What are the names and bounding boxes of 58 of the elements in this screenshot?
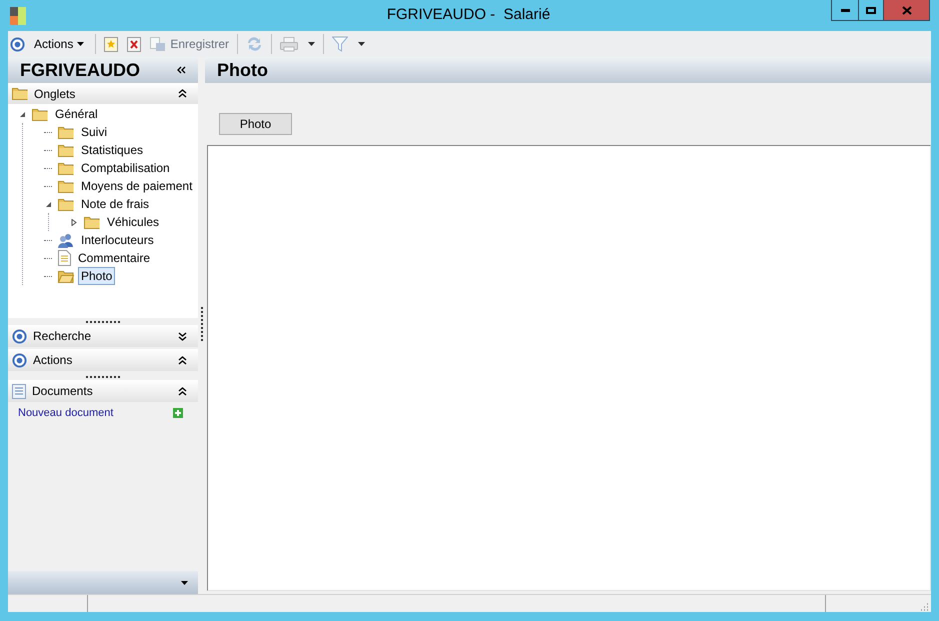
people-icon <box>58 232 74 248</box>
folder-icon <box>84 216 100 228</box>
section-header[interactable]: Actions <box>8 349 198 371</box>
close-button[interactable] <box>884 0 929 20</box>
resize-grip-icon[interactable] <box>919 602 929 612</box>
expand-toggle[interactable] <box>18 110 26 118</box>
folder-icon <box>58 198 74 210</box>
section-header[interactable]: Documents <box>8 380 198 402</box>
tree-item[interactable]: Interlocuteurs <box>78 231 157 249</box>
new-document-icon <box>104 36 118 52</box>
target-icon <box>12 328 27 344</box>
collapse-icon[interactable] <box>178 386 187 396</box>
caret-icon <box>77 42 84 46</box>
caret-icon <box>181 580 188 584</box>
tree-item[interactable]: Suivi <box>78 123 110 141</box>
expand-toggle[interactable] <box>44 200 52 208</box>
section-header[interactable]: Onglets <box>8 83 198 104</box>
caret-icon <box>358 42 366 46</box>
tree-item[interactable]: Véhicules <box>104 213 162 231</box>
collapse-icon[interactable] <box>178 356 187 364</box>
expand-toggle[interactable] <box>70 218 78 226</box>
tree-item[interactable]: Commentaire <box>75 249 154 267</box>
tree-item[interactable]: Note de frais <box>78 195 152 213</box>
tree-item[interactable]: Moyens de paiement <box>78 177 196 195</box>
folder-icon <box>32 108 48 120</box>
delete-document-icon <box>127 36 142 52</box>
filter-icon <box>332 36 348 52</box>
app-logo-icon <box>10 6 26 24</box>
tree-item[interactable]: Général <box>52 105 101 123</box>
folder-icon <box>12 87 28 100</box>
folder-icon <box>58 162 74 174</box>
sidebar-title: FGRIVEAUDO <box>20 58 140 82</box>
save-icon <box>150 36 166 52</box>
close-icon <box>902 6 912 14</box>
window-title: FGRIVEAUDO - Salarié <box>386 5 550 26</box>
collapse-icon[interactable] <box>178 89 187 98</box>
refresh-icon <box>246 36 264 52</box>
tree-item[interactable]: Statistiques <box>78 141 146 159</box>
folder-icon <box>58 144 74 156</box>
tree-item[interactable]: Comptabilisation <box>78 159 173 177</box>
folder-icon <box>58 180 74 192</box>
tree-item[interactable]: Photo <box>78 267 116 285</box>
actions-menu-button[interactable]: Actions <box>28 34 90 54</box>
expand-icon[interactable] <box>178 332 187 340</box>
section-header[interactable]: Recherche <box>8 325 198 347</box>
new-document-link[interactable]: Nouveau document <box>18 405 114 422</box>
caret-icon <box>308 42 316 46</box>
printer-icon <box>280 36 298 52</box>
open-folder-icon <box>58 270 74 282</box>
folder-icon <box>58 126 74 138</box>
add-icon[interactable] <box>173 408 183 418</box>
target-icon <box>10 36 25 52</box>
collapse-sidebar-button[interactable] <box>177 66 186 74</box>
photo-button[interactable]: Photo <box>219 113 292 135</box>
note-icon <box>58 250 71 266</box>
target-icon <box>12 352 27 368</box>
panel-title: Photo <box>217 58 268 82</box>
document-icon <box>12 384 26 398</box>
